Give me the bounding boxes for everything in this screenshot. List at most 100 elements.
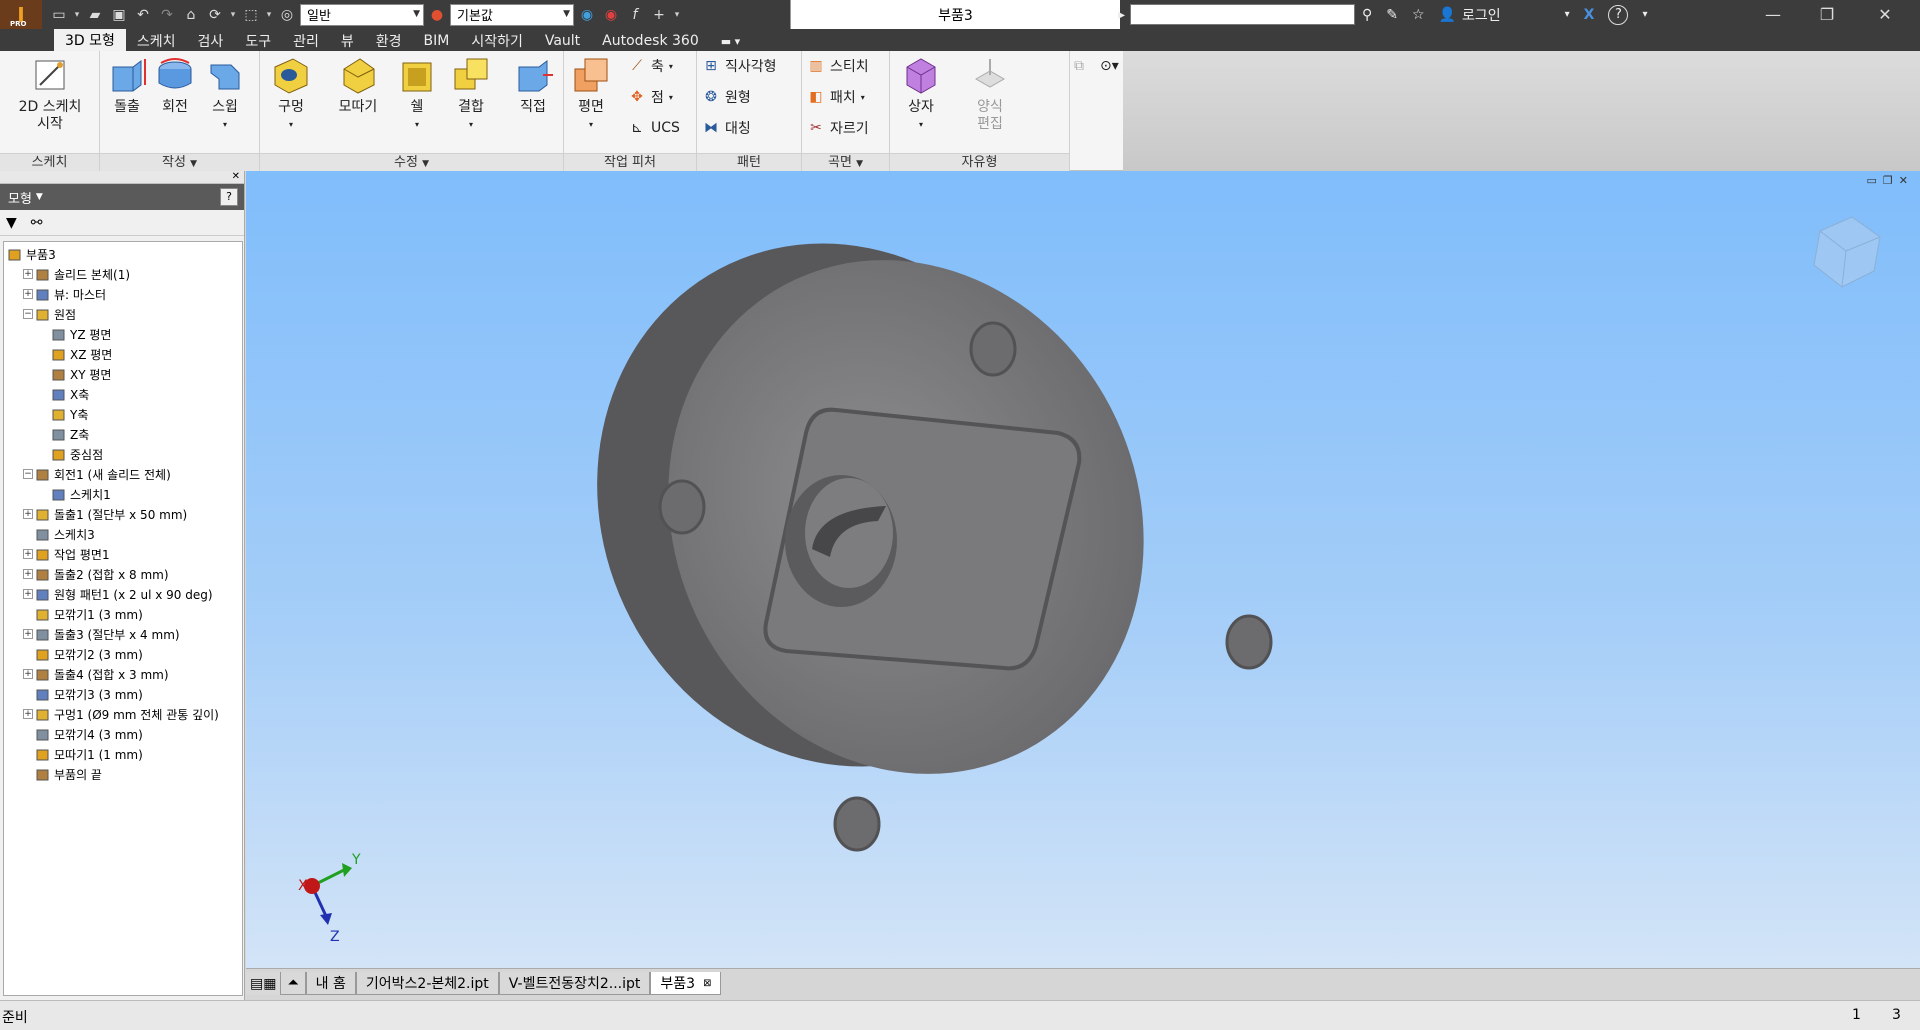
sweep-dropdown-icon[interactable]: ▾ (223, 116, 227, 133)
hole-button[interactable]: 구멍 ▾ (266, 55, 316, 133)
rectangular-pattern-button[interactable]: ⊞ 직사각형 (702, 54, 776, 78)
doc-tab-home[interactable]: 내 홈 (305, 972, 356, 995)
sweep-button[interactable]: 스윕 ▾ (202, 55, 248, 133)
hole-dropdown-icon[interactable]: ▾ (289, 116, 293, 133)
help-icon[interactable]: ? (1608, 4, 1629, 25)
tab-environments[interactable]: 환경 (365, 31, 413, 51)
redo-icon[interactable]: ↷ (156, 4, 178, 26)
select-icon[interactable]: ⬚ (240, 4, 262, 26)
user-icon[interactable]: 👤 (1439, 7, 1456, 23)
tree-node[interactable]: 모깎기3 (3 mm) (4, 684, 242, 704)
edit-form-button[interactable]: 양식 편집 (960, 55, 1020, 133)
color-wheel-icon[interactable]: ◎ (276, 4, 298, 26)
extrude-button[interactable]: 돌출 (104, 55, 150, 116)
ribbon-options-dropdown-icon[interactable]: ⊙▾ (1100, 54, 1119, 78)
tree-node[interactable]: 부품의 끝 (4, 764, 242, 784)
tree-node[interactable]: − 원점 (4, 304, 242, 324)
application-menu-button[interactable]: I PRO (0, 0, 42, 29)
fx-parameters-icon[interactable]: f (624, 4, 646, 26)
tree-node[interactable]: X축 (4, 384, 242, 404)
tree-node[interactable]: 모따기1 (1 mm) (4, 744, 242, 764)
tree-expander-icon[interactable]: + (23, 629, 33, 639)
plane-dropdown-icon[interactable]: ▾ (589, 116, 593, 133)
tree-node[interactable]: + 돌출4 (접합 x 3 mm) (4, 664, 242, 684)
tree-node[interactable]: 모깎기4 (3 mm) (4, 724, 242, 744)
tree-node[interactable]: XY 평면 (4, 364, 242, 384)
fillet-button[interactable]: 모따기 (330, 55, 386, 116)
update-dropdown-icon[interactable]: ▾ (228, 10, 238, 20)
panel-label-modify[interactable]: 수정 ▼ (260, 153, 563, 171)
tab-autodesk-360[interactable]: Autodesk 360 (591, 31, 710, 51)
appearance-icon[interactable]: ● (426, 4, 448, 26)
tree-expander-icon[interactable]: + (23, 269, 33, 279)
convert-icon[interactable]: ⧉ (1074, 54, 1084, 78)
tree-expander-icon[interactable]: + (23, 509, 33, 519)
close-button[interactable]: ✕ (1862, 0, 1908, 29)
tree-node[interactable]: 모깎기2 (3 mm) (4, 644, 242, 664)
tree-node[interactable]: 스케치3 (4, 524, 242, 544)
revolve-button[interactable]: 회전 (152, 55, 198, 116)
login-dropdown-icon[interactable]: ▾ (1565, 9, 1570, 20)
panel-label-surface[interactable]: 곡면 ▼ (802, 153, 889, 171)
exchange-x-icon[interactable]: X (1584, 7, 1595, 23)
tree-node[interactable]: + 구멍1 (Ø9 mm 전체 관통 깊이) (4, 704, 242, 724)
viewcube[interactable] (1813, 216, 1881, 288)
box-button[interactable]: 상자 ▾ (896, 55, 946, 133)
mirror-button[interactable]: ⧓ 대칭 (702, 116, 751, 140)
tree-node[interactable]: + 돌출2 (접합 x 8 mm) (4, 564, 242, 584)
new-file-icon[interactable]: ▭ (48, 4, 70, 26)
tile-icon[interactable]: ▤▦ (246, 972, 281, 995)
select-dropdown-icon[interactable]: ▾ (264, 10, 274, 20)
tree-node[interactable]: + 돌출1 (절단부 x 50 mm) (4, 504, 242, 524)
find-binoculars-icon[interactable]: ⚯ (31, 215, 43, 231)
circular-pattern-button[interactable]: ❂ 원형 (702, 85, 751, 109)
tree-node[interactable]: 중심점 (4, 444, 242, 464)
model-canvas[interactable]: X Y Z (246, 171, 1920, 968)
tree-node[interactable]: + 작업 평면1 (4, 544, 242, 564)
plus-icon[interactable]: + (648, 4, 670, 26)
doc-tab-vbelt[interactable]: V-벨트전동장치2...ipt (498, 972, 651, 995)
help-search-input[interactable] (1130, 4, 1355, 25)
tab-get-started[interactable]: 시작하기 (460, 31, 534, 51)
customize-dropdown-icon[interactable]: ▾ (672, 10, 682, 20)
trim-button[interactable]: ✂ 자르기 (807, 116, 869, 140)
favorites-star-icon[interactable]: ☆ (1412, 7, 1425, 23)
restore-button[interactable]: ❐ (1804, 0, 1850, 29)
filter-icon[interactable]: ▼ (6, 215, 17, 231)
tab-3d-model[interactable]: 3D 모형 (54, 29, 126, 51)
tree-expander-icon[interactable]: − (23, 309, 33, 319)
search-icon[interactable]: ⚲ (1362, 7, 1372, 23)
tree-expander-icon[interactable]: − (23, 469, 33, 479)
home-icon[interactable]: ⌂ (180, 4, 202, 26)
undo-icon[interactable]: ↶ (132, 4, 154, 26)
new-dropdown-icon[interactable]: ▾ (72, 10, 82, 20)
tree-expander-icon[interactable]: + (23, 589, 33, 599)
infocenter-dropdown-icon[interactable]: ▸ (1118, 0, 1125, 29)
help-icon[interactable]: ? (220, 188, 238, 206)
tree-node[interactable]: YZ 평면 (4, 324, 242, 344)
flange-part[interactable] (512, 171, 1273, 853)
panel-label-create[interactable]: 작성 ▼ (100, 153, 259, 171)
tab-manage[interactable]: 관리 (282, 31, 330, 51)
tree-node[interactable]: + 원형 패턴1 (x 2 ul x 90 deg) (4, 584, 242, 604)
point-dropdown-icon[interactable]: ▾ (669, 93, 673, 102)
tree-expander-icon[interactable]: + (23, 569, 33, 579)
tree-node[interactable]: Y축 (4, 404, 242, 424)
update-icon[interactable]: ⟳ (204, 4, 226, 26)
axis-dropdown-icon[interactable]: ▾ (669, 62, 673, 71)
browser-title[interactable]: 모형 ▼? (0, 184, 244, 210)
minimize-button[interactable]: — (1750, 0, 1796, 29)
tab-view[interactable]: 뷰 (330, 31, 365, 51)
shell-button[interactable]: 쉘 ▾ (392, 55, 442, 133)
tab-list-icon[interactable]: ⏶ (280, 972, 306, 995)
tab-vault[interactable]: Vault (534, 31, 591, 51)
tab-tools[interactable]: 도구 (234, 31, 282, 51)
clear-appearance-icon[interactable]: ◉ (600, 4, 622, 26)
combine-dropdown-icon[interactable]: ▾ (469, 116, 473, 133)
axis-button[interactable]: ⟋ 축 ▾ (628, 54, 673, 78)
login-button[interactable]: 로그인 (1462, 5, 1501, 25)
tree-node[interactable]: 부품3 (4, 244, 242, 264)
box-dropdown-icon[interactable]: ▾ (919, 116, 923, 133)
doc-tab-gearbox[interactable]: 기어박스2-본체2.ipt (355, 972, 499, 995)
point-button[interactable]: ✥ 점 ▾ (628, 85, 673, 109)
